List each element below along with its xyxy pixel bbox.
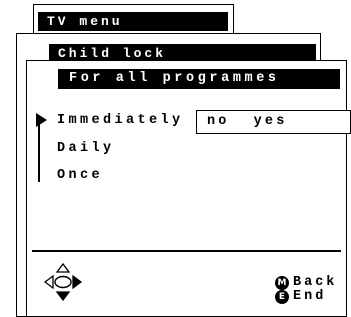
menu-item-once[interactable]: Once [57, 168, 103, 183]
for-all-programmes-title: For all programmes [58, 69, 340, 89]
option-no[interactable]: no [207, 114, 230, 129]
navigation-pad-icon [44, 263, 82, 301]
menu-item-immediately[interactable]: Immediately [57, 113, 184, 128]
m-button-icon: M [275, 276, 289, 290]
menu-rail [38, 120, 40, 182]
menu-item-daily[interactable]: Daily [57, 141, 115, 156]
option-yes[interactable]: yes [254, 114, 288, 129]
end-label: End [293, 289, 327, 304]
tv-menu-title: TV menu [38, 12, 228, 31]
e-button-icon: E [275, 290, 289, 304]
option-selector[interactable]: no yes [196, 110, 351, 134]
footer-divider [32, 250, 341, 252]
